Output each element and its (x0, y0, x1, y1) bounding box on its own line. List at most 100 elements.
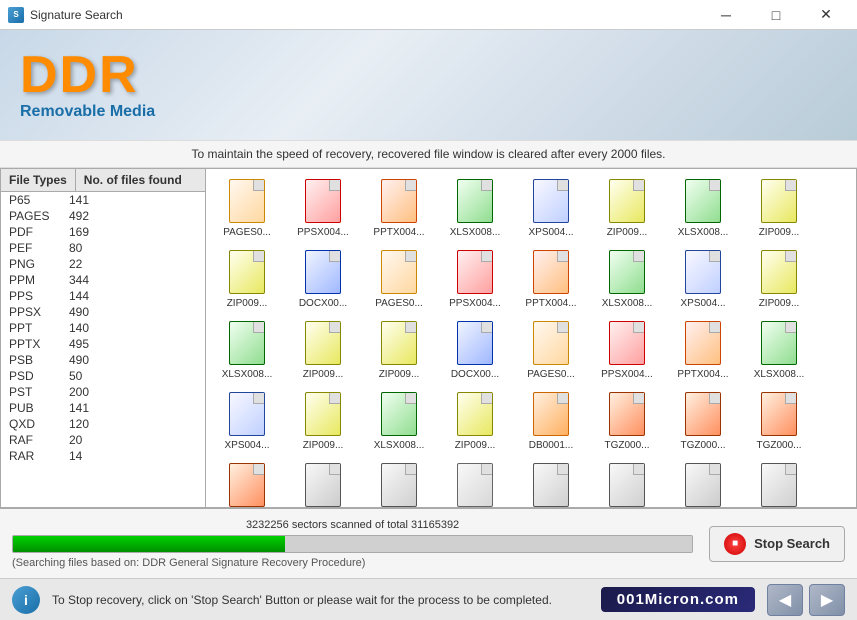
file-item[interactable]: PPTX004... (514, 244, 588, 313)
file-icon (455, 248, 495, 296)
file-type-row[interactable]: PAGES492 (1, 208, 205, 224)
file-item[interactable]: XLSX008... (666, 173, 740, 242)
close-button[interactable]: ✕ (803, 0, 849, 30)
nav-back-button[interactable]: ◀ (767, 584, 803, 616)
file-item[interactable]: DB0001... (514, 386, 588, 455)
file-icon-shape (305, 179, 341, 223)
file-item[interactable]: XLSX008... (590, 244, 664, 313)
file-item[interactable]: ARW000... (362, 457, 436, 507)
file-icon (455, 177, 495, 225)
minimize-button[interactable]: ─ (703, 0, 749, 30)
file-type-row[interactable]: PDF169 (1, 224, 205, 240)
file-type-row[interactable]: P65141 (1, 192, 205, 208)
file-type-count: 22 (69, 257, 197, 271)
file-item[interactable]: TGZ000... (590, 386, 664, 455)
file-item[interactable]: TGZ000... (742, 386, 816, 455)
file-item[interactable]: XLSX008... (438, 173, 512, 242)
file-icon (227, 390, 267, 438)
file-type-name: PPT (9, 321, 69, 335)
file-label: PPTX004... (516, 298, 586, 309)
file-type-row[interactable]: PPTX495 (1, 336, 205, 352)
file-item[interactable]: NRW000... (514, 457, 588, 507)
file-type-name: PUB (9, 401, 69, 415)
nav-forward-button[interactable]: ▶ (809, 584, 845, 616)
file-item[interactable]: ZIP009... (362, 315, 436, 384)
file-item[interactable]: ZIP009... (286, 386, 360, 455)
file-item[interactable]: TGZ000... (210, 457, 284, 507)
file-item[interactable]: XLSX008... (742, 315, 816, 384)
file-item[interactable]: ZIP009... (590, 173, 664, 242)
file-item[interactable]: PAGES0... (210, 173, 284, 242)
file-item[interactable]: XLSX008... (210, 315, 284, 384)
file-type-row[interactable]: PPT140 (1, 320, 205, 336)
file-icon (303, 319, 343, 367)
file-type-row[interactable]: PPS144 (1, 288, 205, 304)
file-icon (303, 177, 343, 225)
file-type-row[interactable]: RAF20 (1, 432, 205, 448)
file-item[interactable]: XLSX008... (362, 386, 436, 455)
file-type-name: RAF (9, 433, 69, 447)
file-type-row[interactable]: PEF80 (1, 240, 205, 256)
file-type-row[interactable]: PSD50 (1, 368, 205, 384)
file-label: DOCX00... (288, 298, 358, 309)
file-item[interactable]: DOCX00... (286, 244, 360, 313)
file-item[interactable]: DOCX00... (438, 315, 512, 384)
file-item[interactable]: PAGES0... (514, 315, 588, 384)
file-item[interactable]: 3FR000... (286, 457, 360, 507)
file-icon-shape (457, 321, 493, 365)
file-item[interactable]: PAGES0... (362, 244, 436, 313)
file-type-row[interactable]: PUB141 (1, 400, 205, 416)
files-grid-panel[interactable]: PAGES0... PPSX004... PPTX004... XLSX008.… (206, 169, 856, 507)
file-item[interactable]: ZIP009... (286, 315, 360, 384)
file-label: XLSX008... (744, 369, 814, 380)
file-icon-shape (533, 463, 569, 507)
file-icon-shape (761, 392, 797, 436)
file-label: XLSX008... (592, 298, 662, 309)
file-type-count: 141 (69, 193, 197, 207)
file-item[interactable]: PPSX004... (286, 173, 360, 242)
file-item[interactable]: ZIP009... (742, 173, 816, 242)
file-type-row[interactable]: QXD120 (1, 416, 205, 432)
file-icon-shape (609, 179, 645, 223)
stop-search-button[interactable]: ■ Stop Search (709, 526, 845, 562)
file-item[interactable]: 3FR000... (666, 457, 740, 507)
file-type-name: PST (9, 385, 69, 399)
file-type-row[interactable]: PSB490 (1, 352, 205, 368)
file-type-row[interactable]: PPM344 (1, 272, 205, 288)
file-type-row[interactable]: PNG22 (1, 256, 205, 272)
file-item[interactable]: PPTX004... (362, 173, 436, 242)
file-type-row[interactable]: PST200 (1, 384, 205, 400)
file-types-header: File Types No. of files found (1, 169, 205, 192)
file-icon-shape (533, 392, 569, 436)
file-type-count: 490 (69, 353, 197, 367)
file-label: XPS004... (668, 298, 738, 309)
file-item[interactable]: TGZ000... (666, 386, 740, 455)
file-icon (455, 461, 495, 507)
file-types-list[interactable]: P65141PAGES492PDF169PEF80PNG22PPM344PPS1… (1, 192, 205, 507)
file-item[interactable]: PPSX004... (438, 244, 512, 313)
file-icon (607, 461, 647, 507)
maximize-button[interactable]: □ (753, 0, 799, 30)
file-icon-shape (229, 179, 265, 223)
file-icon (531, 248, 571, 296)
file-icon-shape (381, 321, 417, 365)
file-item[interactable]: XPS004... (514, 173, 588, 242)
title-bar-controls: ─ □ ✕ (703, 0, 849, 30)
file-type-row[interactable]: RAR14 (1, 448, 205, 464)
file-label: ZIP009... (744, 298, 814, 309)
file-item[interactable]: SR2000... (590, 457, 664, 507)
file-item[interactable]: XPS004... (666, 244, 740, 313)
file-item[interactable]: ZIP009... (742, 244, 816, 313)
file-item[interactable]: ZIP009... (210, 244, 284, 313)
file-item[interactable]: PPTX004... (666, 315, 740, 384)
file-type-row[interactable]: PPSX490 (1, 304, 205, 320)
file-item[interactable]: XPS004... (210, 386, 284, 455)
file-item[interactable]: PPSX004... (590, 315, 664, 384)
file-type-count: 80 (69, 241, 197, 255)
file-label: ZIP009... (440, 440, 510, 451)
file-item[interactable]: ZIP009... (438, 386, 512, 455)
file-item[interactable]: NEF000... (438, 457, 512, 507)
file-item[interactable]: ARW000... (742, 457, 816, 507)
file-type-count: 50 (69, 369, 197, 383)
file-icon-shape (229, 250, 265, 294)
